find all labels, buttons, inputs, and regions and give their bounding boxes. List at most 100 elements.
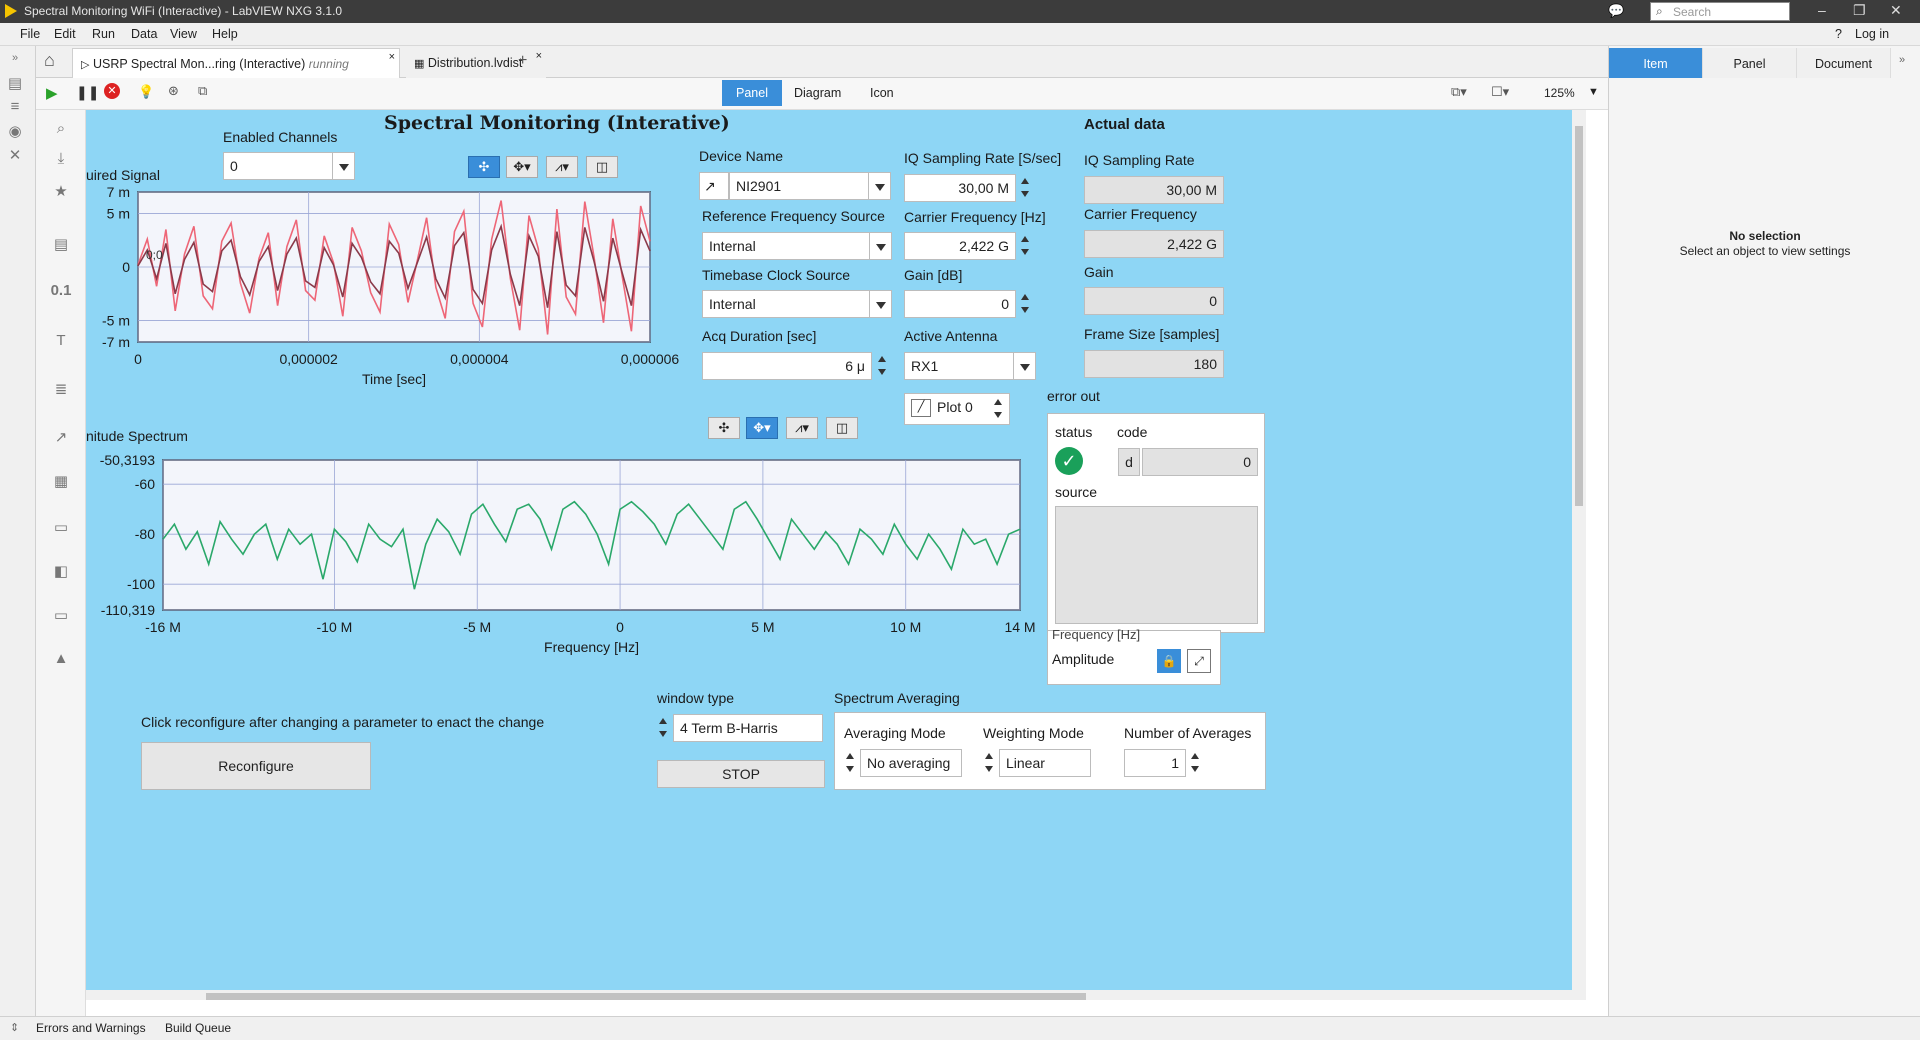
autoscale-icon[interactable]: ◫ xyxy=(586,156,618,178)
weight-mode-ring[interactable]: Linear xyxy=(999,749,1091,777)
tools-icon[interactable]: ✕ xyxy=(0,146,30,164)
gain-stepper[interactable] xyxy=(1019,290,1033,318)
tab-item[interactable]: Item xyxy=(1609,48,1703,78)
build-queue-tab[interactable]: Build Queue xyxy=(165,1021,231,1035)
search-input[interactable]: ⌕ Search xyxy=(1650,2,1790,21)
window-type-stepper[interactable] xyxy=(657,714,671,742)
collapse-icon[interactable]: » xyxy=(1899,54,1905,66)
tab-usrp-spectral[interactable]: ▷ USRP Spectral Mon...ring (Interactive)… xyxy=(72,48,400,78)
avg-mode-stepper[interactable] xyxy=(844,749,858,777)
boolean-icon[interactable]: T xyxy=(46,332,76,349)
reconfigure-button[interactable]: Reconfigure xyxy=(141,742,371,790)
tab-diagram[interactable]: Diagram xyxy=(780,80,855,106)
iq-rate-input[interactable]: 30,00 M xyxy=(904,174,1016,202)
restore-button[interactable]: ❐ xyxy=(1853,2,1866,19)
gain-input[interactable]: 0 xyxy=(904,290,1016,318)
menu-data[interactable]: Data xyxy=(131,27,157,41)
minimize-button[interactable]: – xyxy=(1818,2,1826,18)
enabled-channels-dropdown[interactable]: 0 xyxy=(223,152,333,180)
database-icon[interactable]: ≡ xyxy=(0,98,30,115)
probe-tool-icon[interactable]: ⊛ xyxy=(168,83,179,99)
acq-duration-input[interactable]: 6 μ xyxy=(702,352,872,380)
iq-rate-stepper[interactable] xyxy=(1019,174,1033,202)
zoom-dropdown-icon[interactable]: ▼ xyxy=(1588,86,1599,98)
plot-legend-stepper[interactable] xyxy=(992,395,1006,423)
search-palette-icon[interactable]: ⌕ xyxy=(46,120,76,137)
arrange-icon[interactable]: ⧉▾ xyxy=(1451,84,1467,100)
favorites-icon[interactable]: ★ xyxy=(46,182,76,200)
clean-icon[interactable]: ⧉ xyxy=(198,83,207,99)
zoom-level[interactable]: 125% xyxy=(1544,86,1575,100)
highlight-icon[interactable]: 💡 xyxy=(138,84,154,100)
run-icon[interactable]: ▶ xyxy=(46,84,58,102)
num-averages-input[interactable]: 1 xyxy=(1124,749,1186,777)
chevron-down-icon[interactable] xyxy=(870,232,892,260)
expand-icon[interactable]: » xyxy=(0,52,30,64)
chevron-down-icon[interactable] xyxy=(870,290,892,318)
pan-tool-icon[interactable]: ✥▾ xyxy=(746,417,778,439)
autoscale-icon[interactable]: ⤢ xyxy=(1187,649,1211,673)
horizontal-scroll-thumb[interactable] xyxy=(206,993,1086,1000)
pan-tool-icon[interactable]: ✥▾ xyxy=(506,156,538,178)
container-icon[interactable]: ◧ xyxy=(46,562,76,580)
device-name-dropdown[interactable]: NI2901 xyxy=(729,172,869,200)
zoom-tool-icon[interactable]: ⩘▾ xyxy=(546,156,578,178)
active-antenna-dropdown[interactable]: RX1 xyxy=(904,352,1014,380)
home-icon[interactable]: ⌂ xyxy=(44,50,55,71)
vertical-scroll-thumb[interactable] xyxy=(1575,126,1583,506)
weight-mode-stepper[interactable] xyxy=(983,749,997,777)
close-window-button[interactable]: ✕ xyxy=(1890,2,1902,19)
lock-icon[interactable]: 🔒 xyxy=(1157,649,1181,673)
menu-edit[interactable]: Edit xyxy=(54,27,76,41)
close-icon[interactable]: × xyxy=(389,51,395,63)
acq-duration-stepper[interactable] xyxy=(876,352,890,380)
numeric-icon[interactable]: 0.1 xyxy=(46,282,76,299)
login-button[interactable]: Log in xyxy=(1855,27,1889,41)
acquired-signal-graph[interactable]: 0 0,000002 0,000004 0,000006 7 m 5 m 0 -5 m -7 m… xyxy=(86,180,706,430)
timebase-source-dropdown[interactable]: Internal xyxy=(702,290,870,318)
layout-icon[interactable]: ☐▾ xyxy=(1491,84,1509,100)
window-type-ring[interactable]: 4 Term B-Harris xyxy=(673,714,823,742)
cursor-tool-icon[interactable]: ✣ xyxy=(708,417,740,439)
errors-warnings-tab[interactable]: Errors and Warnings xyxy=(36,1021,146,1035)
close-icon[interactable]: × xyxy=(536,50,542,62)
feedback-icon[interactable]: 💬 xyxy=(1608,3,1624,19)
magnitude-spectrum-graph[interactable]: -16 M -10 M -5 M 0 5 M 10 M 14 M -50,3193 -60 -80… xyxy=(86,450,1046,690)
expand-panel-icon[interactable]: ⇕ xyxy=(10,1021,19,1034)
tab-icon[interactable]: Icon xyxy=(856,80,908,106)
zoom-tool-icon[interactable]: ⩘▾ xyxy=(786,417,818,439)
tab-container-icon[interactable]: ▭ xyxy=(46,606,76,624)
tab-panel[interactable]: Panel xyxy=(722,80,782,106)
string-icon[interactable]: ≣ xyxy=(46,380,76,398)
num-averages-stepper[interactable] xyxy=(1189,749,1203,777)
new-tab-button[interactable]: + xyxy=(518,52,527,70)
chevron-down-icon[interactable] xyxy=(869,172,891,200)
avg-mode-ring[interactable]: No averaging xyxy=(860,749,962,777)
ref-freq-source-dropdown[interactable]: Internal xyxy=(702,232,870,260)
graph-icon[interactable]: ↗ xyxy=(46,428,76,446)
menu-view[interactable]: View xyxy=(170,27,197,41)
help-icon[interactable]: ? xyxy=(1835,27,1842,41)
pause-icon[interactable]: ❚❚ xyxy=(76,84,99,101)
cursor-tool-icon[interactable]: ✣ xyxy=(468,156,500,178)
carrier-frequency-input[interactable]: 2,422 G xyxy=(904,232,1016,260)
document-icon[interactable]: ▤ xyxy=(0,74,30,92)
probe-icon[interactable]: ◉ xyxy=(0,122,30,140)
stop-button[interactable]: STOP xyxy=(657,760,825,788)
tab-document[interactable]: Document xyxy=(1797,48,1891,78)
array-icon[interactable]: ▦ xyxy=(46,472,76,490)
menu-file[interactable]: File xyxy=(20,27,40,41)
carrier-frequency-stepper[interactable] xyxy=(1019,232,1033,260)
decorations-icon[interactable]: ▲ xyxy=(46,650,76,667)
tab-panel-props[interactable]: Panel xyxy=(1703,48,1797,78)
io-icon[interactable]: ↗ xyxy=(699,172,729,200)
download-icon[interactable]: ⤓ xyxy=(46,150,76,167)
vertical-scrollbar[interactable] xyxy=(1572,110,1586,990)
menu-help[interactable]: Help xyxy=(212,27,238,41)
chevron-down-icon[interactable] xyxy=(333,152,355,180)
abort-icon[interactable]: ✕ xyxy=(104,83,120,99)
cluster-icon[interactable]: ▤ xyxy=(46,235,76,253)
chevron-down-icon[interactable] xyxy=(1014,352,1036,380)
list-icon[interactable]: ▭ xyxy=(46,518,76,536)
horizontal-scrollbar[interactable] xyxy=(86,990,1586,1000)
